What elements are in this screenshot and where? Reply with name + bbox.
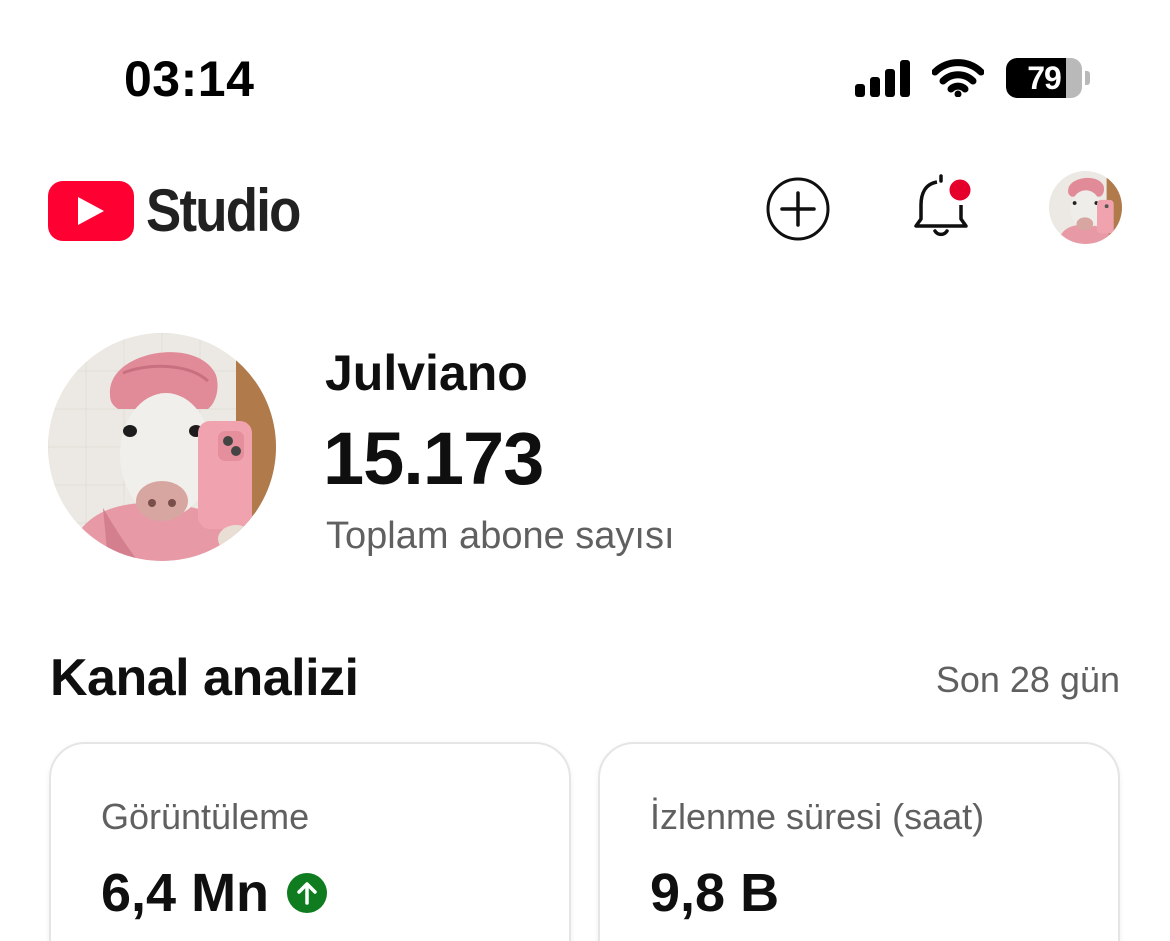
create-button[interactable] bbox=[765, 176, 831, 242]
views-card[interactable]: Görüntüleme 6,4 Mn bbox=[49, 742, 571, 941]
wifi-icon bbox=[932, 59, 984, 97]
status-time: 03:14 bbox=[124, 51, 255, 107]
views-value-row: 6,4 Mn bbox=[101, 862, 328, 924]
views-value: 6,4 Mn bbox=[101, 863, 270, 923]
status-icons: 79 bbox=[855, 56, 1090, 100]
notification-dot bbox=[946, 176, 974, 204]
watch-time-value-row: 9,8 B bbox=[650, 862, 779, 924]
battery-icon: 79 bbox=[1006, 58, 1082, 98]
create-plus-icon bbox=[766, 177, 830, 241]
analytics-title: Kanal analizi bbox=[50, 649, 359, 707]
channel-avatar[interactable] bbox=[48, 333, 276, 561]
trend-up-icon bbox=[287, 873, 328, 913]
studio-logo[interactable]: Studio bbox=[48, 176, 321, 245]
battery-level: 79 bbox=[1027, 59, 1062, 96]
subscriber-label: Toplam abone sayısı bbox=[326, 515, 675, 557]
notifications-bell-icon bbox=[914, 174, 974, 237]
analytics-period[interactable]: Son 28 gün bbox=[936, 659, 1120, 701]
subscriber-count: 15.173 bbox=[323, 417, 544, 500]
battery-cap bbox=[1085, 71, 1090, 85]
notifications-button[interactable] bbox=[908, 172, 978, 244]
cellular-signal-icon bbox=[855, 59, 910, 97]
watch-time-card[interactable]: İzlenme süresi (saat) 9,8 B bbox=[598, 742, 1120, 941]
youtube-play-icon bbox=[48, 180, 134, 241]
views-label: Görüntüleme bbox=[101, 796, 310, 837]
app-name: Studio bbox=[146, 177, 301, 244]
watch-time-value: 9,8 B bbox=[650, 863, 780, 923]
account-avatar[interactable] bbox=[1049, 171, 1122, 244]
channel-name: Julviano bbox=[325, 345, 528, 401]
watch-time-label: İzlenme süresi (saat) bbox=[650, 796, 985, 837]
